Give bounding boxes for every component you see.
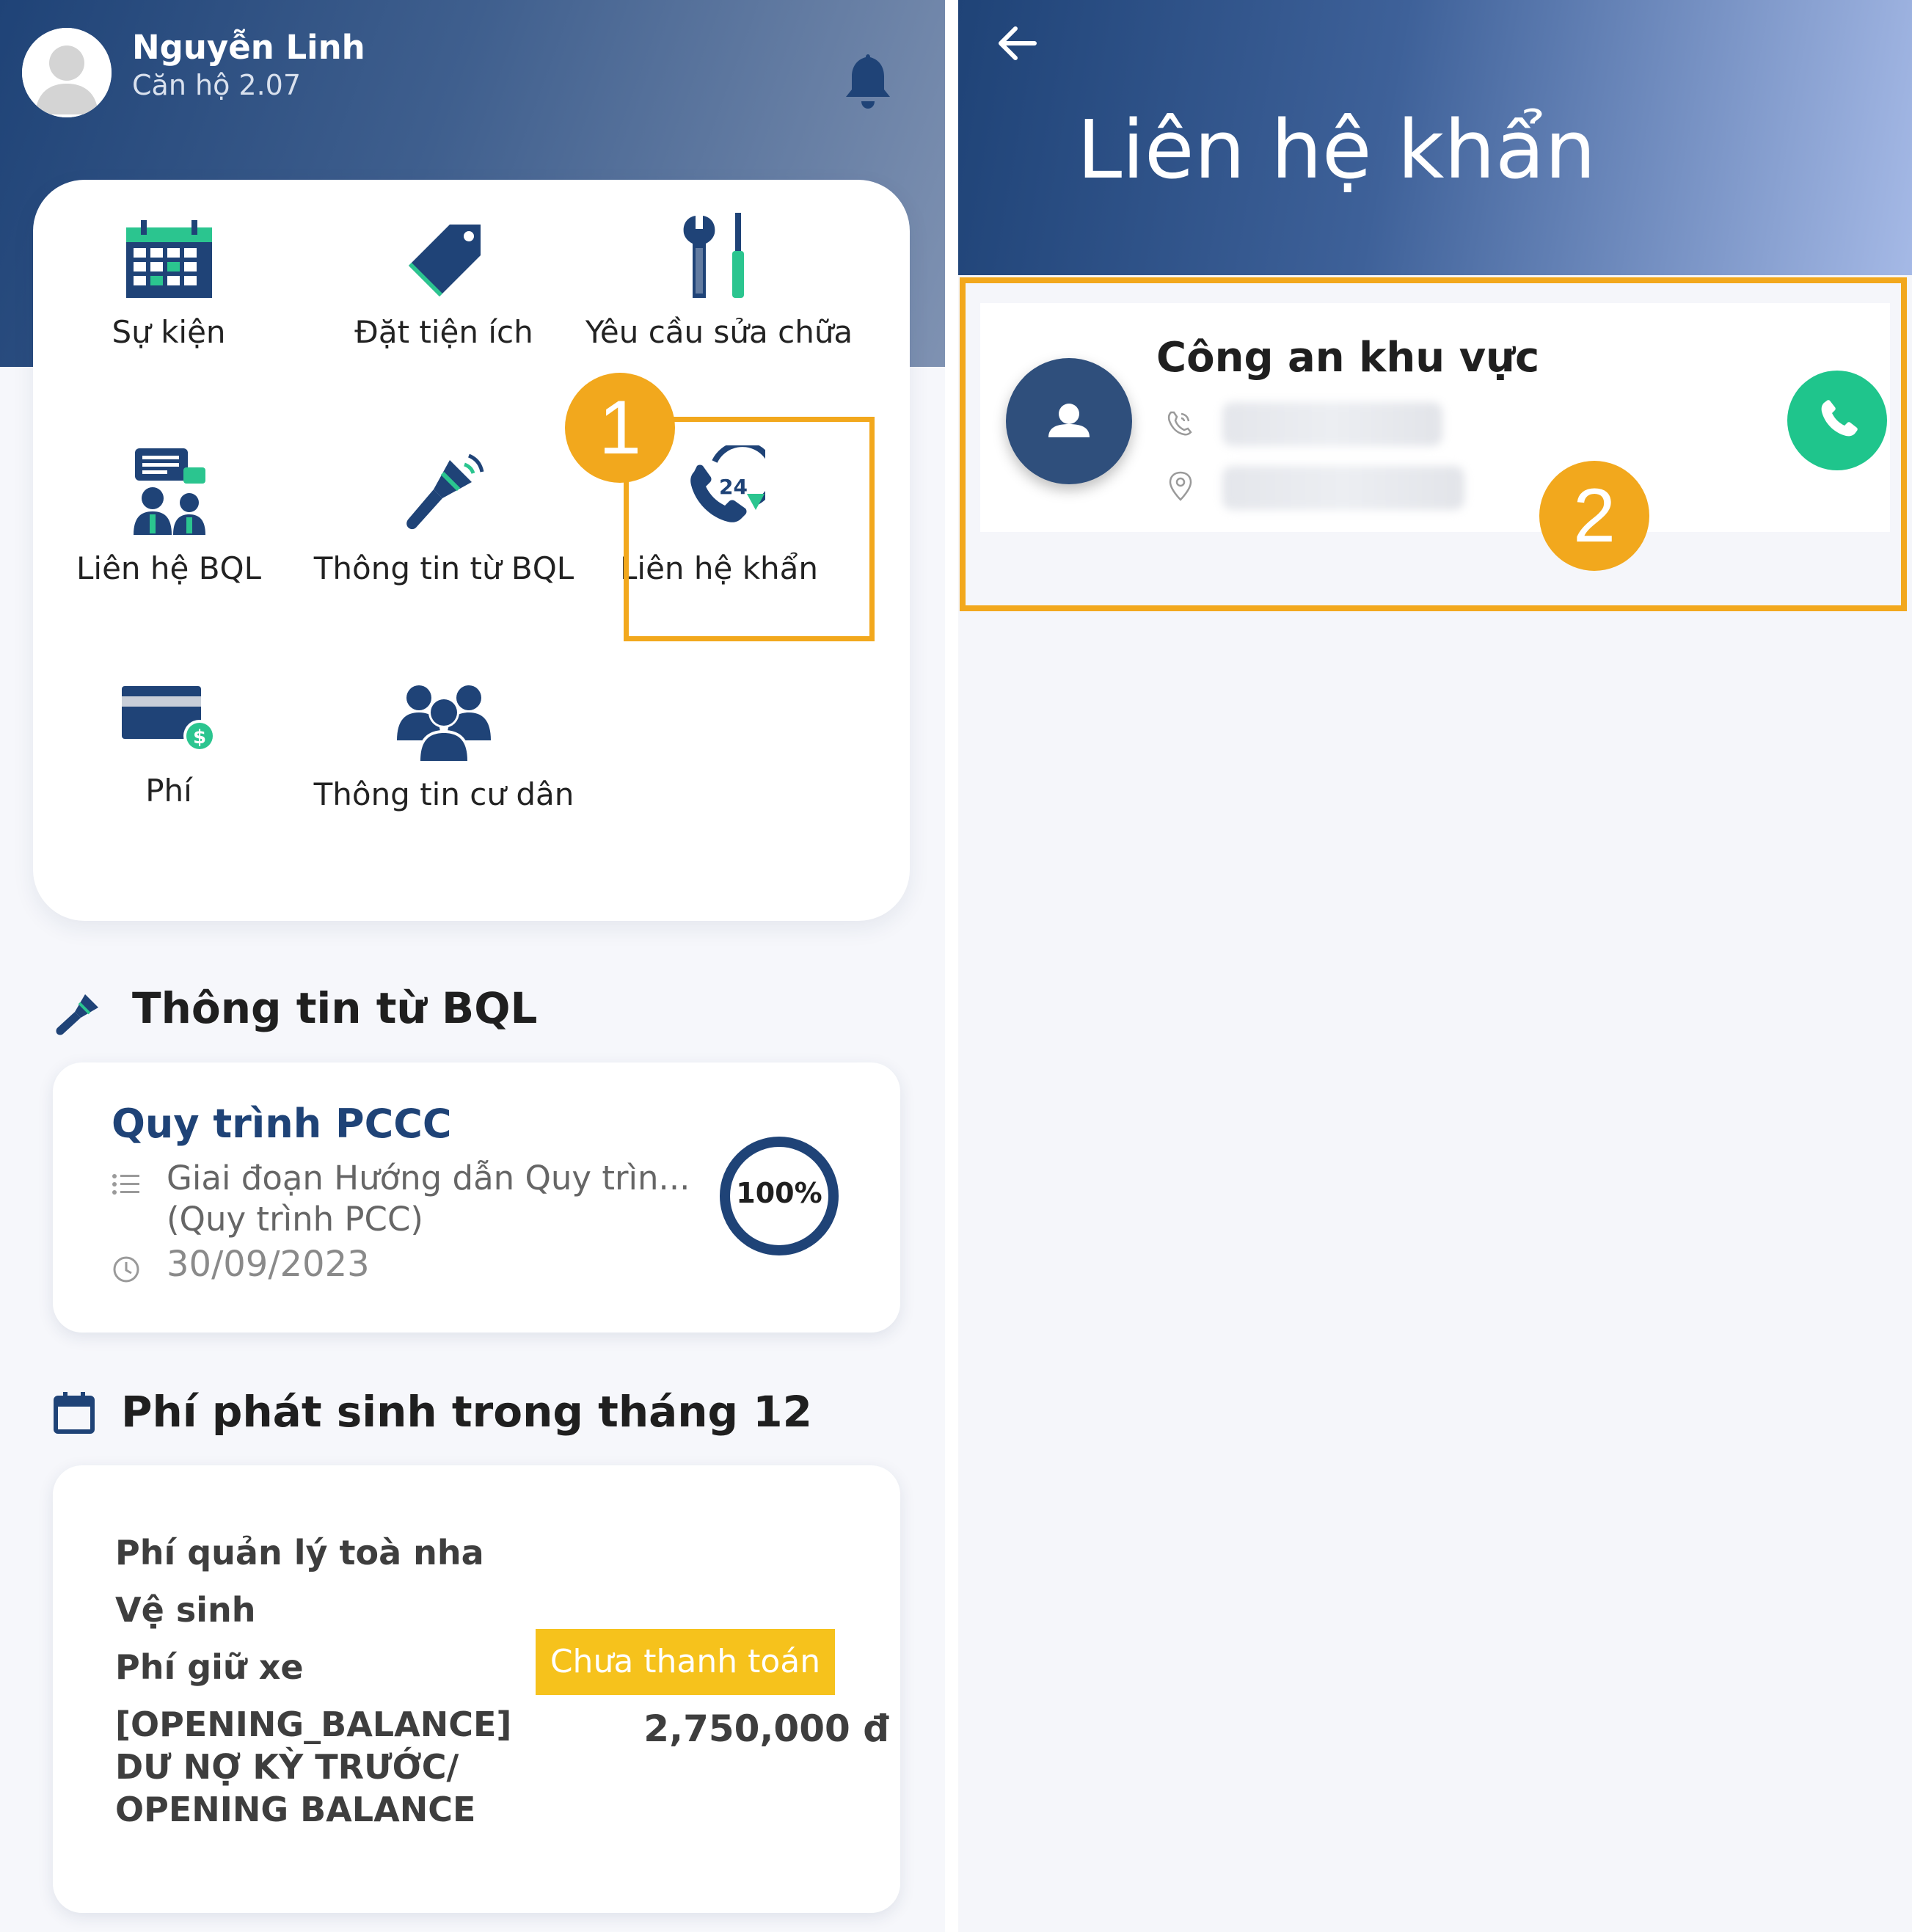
menu-label: Yêu cầu sửa chữa	[585, 314, 853, 350]
people-group-icon	[397, 685, 491, 761]
clock-icon	[112, 1255, 141, 1284]
credit-card-icon: $	[122, 686, 216, 752]
megaphone-icon	[406, 453, 484, 530]
home-screen: Nguyễn Linh Căn hộ 2.07 Sự kiện Đặt tiện…	[0, 0, 945, 1932]
news-card-date: 30/09/2023	[167, 1244, 370, 1285]
svg-text:$: $	[193, 726, 206, 748]
fee-total-amount: 2,750,000 đ	[643, 1707, 889, 1750]
menu-label: Sự kiện	[112, 314, 226, 350]
emergency-contact-screen: Liên hệ khẩn Công an khu vực	[958, 0, 1912, 1932]
menu-item-contact-management[interactable]: Liên hệ BQL	[33, 445, 304, 588]
menu-label: Thông tin cư dân	[313, 776, 574, 812]
calendar-icon	[53, 1390, 95, 1436]
back-arrow-icon[interactable]	[992, 18, 1043, 69]
news-card-description: Giai đoạn Hướng dẫn Quy trìn... (Quy trì…	[167, 1159, 690, 1239]
menu-label: Đặt tiện ích	[354, 314, 533, 350]
news-card-title: Quy trình PCCC	[112, 1101, 452, 1147]
step-marker-2: 2	[1539, 461, 1649, 571]
menu-label: Phí	[145, 773, 192, 809]
fee-card[interactable]: Phí quản lý toà nha Vệ sinh Phí giữ xe […	[53, 1465, 900, 1913]
menu-item-resident-info[interactable]: Thông tin cư dân	[308, 679, 580, 814]
tag-icon	[408, 225, 481, 296]
calendar-icon	[125, 220, 212, 298]
page-title: Liên hệ khẩn	[1077, 103, 1597, 197]
list-icon	[112, 1173, 139, 1196]
fee-item: Phí giữ xe	[115, 1647, 304, 1687]
tools-icon	[683, 213, 744, 298]
fee-item: Phí quản lý toà nha	[115, 1533, 484, 1572]
menu-label: Thông tin từ BQL	[313, 550, 574, 586]
news-section-title: Thông tin từ BQL	[132, 983, 538, 1033]
menu-item-book-amenity[interactable]: Đặt tiện ích	[308, 220, 580, 352]
menu-item-fees[interactable]: $ Phí	[33, 679, 304, 811]
step-marker-1: 1	[565, 373, 675, 483]
menu-item-events[interactable]: Sự kiện	[33, 220, 304, 352]
user-apartment: Căn hộ 2.07	[132, 69, 302, 101]
megaphone-icon	[53, 987, 108, 1037]
person-icon	[22, 28, 112, 117]
notification-bell-icon[interactable]	[842, 50, 894, 112]
fee-item: Vệ sinh	[115, 1590, 256, 1630]
news-card[interactable]: Quy trình PCCC Giai đoạn Hướng dẫn Quy t…	[53, 1062, 900, 1333]
meeting-chat-icon	[133, 448, 205, 535]
menu-item-repair-request[interactable]: Yêu cầu sửa chữa	[583, 213, 855, 352]
menu-label: Liên hệ BQL	[76, 550, 261, 586]
screen-divider	[945, 0, 958, 1932]
highlight-box-contact	[960, 277, 1907, 611]
progress-percentage: 100%	[736, 1177, 822, 1209]
fee-item: [OPENING_BALANCE] DƯ NỢ KỲ TRƯỚC/ OPENIN…	[115, 1705, 512, 1829]
user-avatar[interactable]	[22, 28, 112, 117]
menu-item-management-news[interactable]: Thông tin từ BQL	[308, 445, 580, 588]
payment-status-badge: Chưa thanh toán	[536, 1629, 835, 1695]
fee-section-title: Phí phát sinh trong tháng 12	[121, 1387, 812, 1437]
user-name: Nguyễn Linh	[132, 28, 365, 67]
